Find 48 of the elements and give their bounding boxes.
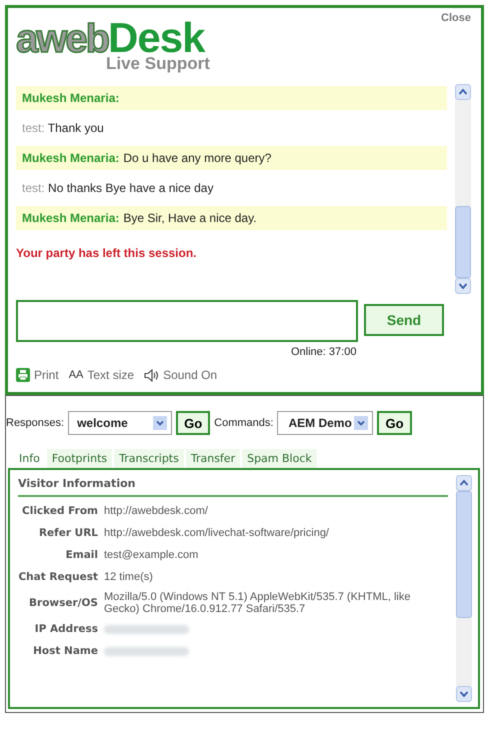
info-label: Chat Request xyxy=(18,571,98,583)
scroll-down-icon[interactable] xyxy=(456,686,472,702)
logo-text: aweb xyxy=(16,17,108,61)
toolbar-link[interactable]: Sound On xyxy=(163,368,218,382)
printer-icon[interactable] xyxy=(16,368,30,382)
scroll-up-icon[interactable] xyxy=(456,475,472,491)
send-button[interactable]: Send xyxy=(364,304,444,336)
field-label: Commands: xyxy=(214,417,274,429)
info-value: Mozilla/5.0 (Windows NT 5.1) AppleWebKit/535.7 (KHTML, like Gecko) Chrome/16.0.912.77 Safari/535.7 xyxy=(104,591,412,615)
chat-message: Mukesh Menaria: Bye Sir, Have a nice day. xyxy=(16,206,447,230)
commands-dropdown[interactable]: AEM Demo xyxy=(277,411,374,435)
scrollbar-thumb[interactable] xyxy=(455,206,471,278)
scroll-up-icon[interactable] xyxy=(455,84,471,100)
tab[interactable]: Transfer xyxy=(186,449,240,468)
info-value: test@example.com xyxy=(104,549,198,561)
info-label: Refer URL xyxy=(38,527,98,539)
go-button[interactable]: Go xyxy=(377,411,412,435)
info-label: Host Name xyxy=(32,645,98,657)
chat-message: test: Thank you xyxy=(21,120,105,137)
message-field[interactable] xyxy=(16,300,358,342)
speaker-icon[interactable] xyxy=(144,368,160,382)
toolbar-link[interactable]: Text size xyxy=(87,368,134,382)
close-link[interactable]: Close xyxy=(441,12,471,26)
scroll-down-icon[interactable] xyxy=(455,278,471,294)
info-label: IP Address xyxy=(34,623,98,635)
info-label: Email xyxy=(64,549,98,561)
text-size-icon[interactable]: AA xyxy=(68,369,84,381)
responses-dropdown[interactable]: welcome xyxy=(68,411,172,435)
online-timer: Online: 37:00 xyxy=(291,346,356,358)
tab[interactable]: Spam Block xyxy=(242,449,317,468)
chat-message: Mukesh Menaria: Do u have any more query? xyxy=(16,146,447,170)
field-label: Responses: xyxy=(6,417,64,429)
scrollbar-thumb[interactable] xyxy=(456,491,472,618)
scrollbar[interactable] xyxy=(455,84,471,294)
chat-message: test: No thanks Bye have a nice day xyxy=(21,180,214,197)
info-value: http://awebdesk.com/ xyxy=(104,505,208,517)
info-value: 12 time(s) xyxy=(104,571,153,583)
system-message: Your party has left this session. xyxy=(16,245,198,260)
info-value: http://awebdesk.com/livechat-software/pricing/ xyxy=(104,527,329,539)
tab[interactable]: Footprints xyxy=(46,449,112,468)
toolbar-link[interactable]: Print xyxy=(34,368,59,382)
info-label: Browser/OS xyxy=(28,597,98,609)
go-button[interactable]: Go xyxy=(176,411,210,435)
section-title: Visitor Information xyxy=(18,475,448,497)
scrollbar[interactable] xyxy=(456,475,472,702)
chat-message: Mukesh Menaria: xyxy=(16,86,447,110)
tab[interactable]: Transcripts xyxy=(114,449,184,468)
info-label: Clicked From xyxy=(21,505,98,517)
